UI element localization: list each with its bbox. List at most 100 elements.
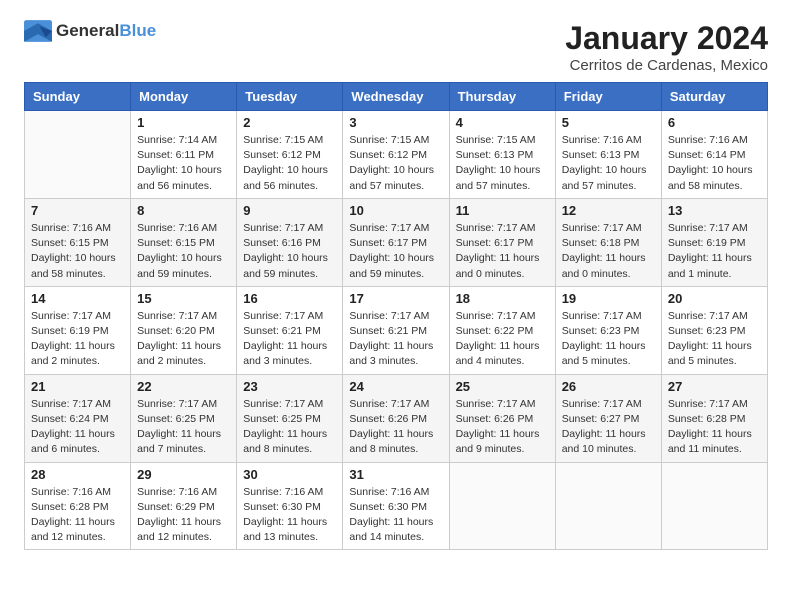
day-info: Sunrise: 7:17 AM Sunset: 6:19 PM Dayligh… (31, 309, 124, 370)
col-header-monday: Monday (131, 83, 237, 111)
day-number: 8 (137, 203, 230, 218)
day-info: Sunrise: 7:15 AM Sunset: 6:12 PM Dayligh… (349, 133, 442, 194)
day-cell: 18 Sunrise: 7:17 AM Sunset: 6:22 PM Dayli… (449, 286, 555, 374)
day-info: Sunrise: 7:15 AM Sunset: 6:12 PM Dayligh… (243, 133, 336, 194)
day-number: 12 (562, 203, 655, 218)
day-info: Sunrise: 7:17 AM Sunset: 6:27 PM Dayligh… (562, 397, 655, 458)
day-cell: 14Sunrise: 7:17 AM Sunset: 6:19 PM Dayli… (25, 286, 131, 374)
day-cell: 17 Sunrise: 7:17 AM Sunset: 6:21 PM Dayli… (343, 286, 449, 374)
day-number: 24 (349, 379, 442, 394)
day-cell: 29 Sunrise: 7:16 AM Sunset: 6:29 PM Dayli… (131, 462, 237, 550)
logo: GeneralBlue (24, 20, 156, 42)
location-title: Cerritos de Cardenas, Mexico (565, 57, 768, 74)
week-row-4: 28 Sunrise: 7:16 AM Sunset: 6:28 PM Dayli… (25, 462, 768, 550)
day-cell: 6 Sunrise: 7:16 AM Sunset: 6:14 PM Daylig… (661, 111, 767, 199)
day-number: 11 (456, 203, 549, 218)
day-number: 3 (349, 115, 442, 130)
day-cell: 30 Sunrise: 7:16 AM Sunset: 6:30 PM Dayli… (237, 462, 343, 550)
day-number: 5 (562, 115, 655, 130)
day-number: 10 (349, 203, 442, 218)
day-number: 17 (349, 291, 442, 306)
day-cell: 28 Sunrise: 7:16 AM Sunset: 6:28 PM Dayli… (25, 462, 131, 550)
day-cell: 4 Sunrise: 7:15 AM Sunset: 6:13 PM Daylig… (449, 111, 555, 199)
day-info: Sunrise: 7:17 AM Sunset: 6:26 PM Dayligh… (456, 397, 549, 458)
day-cell: 16Sunrise: 7:17 AM Sunset: 6:21 PM Dayli… (237, 286, 343, 374)
day-info: Sunrise: 7:17 AM Sunset: 6:19 PM Dayligh… (668, 221, 761, 282)
day-cell: 11 Sunrise: 7:17 AM Sunset: 6:17 PM Dayli… (449, 198, 555, 286)
day-info: Sunrise: 7:16 AM Sunset: 6:14 PM Dayligh… (668, 133, 761, 194)
day-cell: 1 Sunrise: 7:14 AM Sunset: 6:11 PM Daylig… (131, 111, 237, 199)
col-header-wednesday: Wednesday (343, 83, 449, 111)
day-number: 20 (668, 291, 761, 306)
day-number: 28 (31, 467, 124, 482)
day-info: Sunrise: 7:16 AM Sunset: 6:13 PM Dayligh… (562, 133, 655, 194)
day-cell: 12Sunrise: 7:17 AM Sunset: 6:18 PM Dayli… (555, 198, 661, 286)
month-title: January 2024 (565, 20, 768, 57)
day-cell: 5 Sunrise: 7:16 AM Sunset: 6:13 PM Daylig… (555, 111, 661, 199)
week-row-3: 21Sunrise: 7:17 AM Sunset: 6:24 PM Dayli… (25, 374, 768, 462)
day-number: 18 (456, 291, 549, 306)
header-row: SundayMondayTuesdayWednesdayThursdayFrid… (25, 83, 768, 111)
header-area: GeneralBlue January 2024 Cerritos de Car… (24, 20, 768, 74)
day-number: 31 (349, 467, 442, 482)
day-info: Sunrise: 7:17 AM Sunset: 6:22 PM Dayligh… (456, 309, 549, 370)
logo-icon (24, 20, 52, 42)
day-cell: 8 Sunrise: 7:16 AM Sunset: 6:15 PM Daylig… (131, 198, 237, 286)
day-info: Sunrise: 7:17 AM Sunset: 6:25 PM Dayligh… (137, 397, 230, 458)
calendar-table: SundayMondayTuesdayWednesdayThursdayFrid… (24, 82, 768, 550)
day-number: 29 (137, 467, 230, 482)
day-info: Sunrise: 7:16 AM Sunset: 6:15 PM Dayligh… (137, 221, 230, 282)
day-number: 19 (562, 291, 655, 306)
day-cell: 7Sunrise: 7:16 AM Sunset: 6:15 PM Daylig… (25, 198, 131, 286)
day-number: 6 (668, 115, 761, 130)
day-cell: 20 Sunrise: 7:17 AM Sunset: 6:23 PM Dayli… (661, 286, 767, 374)
col-header-saturday: Saturday (661, 83, 767, 111)
day-number: 26 (562, 379, 655, 394)
day-number: 30 (243, 467, 336, 482)
day-number: 25 (456, 379, 549, 394)
title-area: January 2024 Cerritos de Cardenas, Mexic… (565, 20, 768, 74)
day-cell: 9 Sunrise: 7:17 AM Sunset: 6:16 PM Daylig… (237, 198, 343, 286)
day-cell: 15Sunrise: 7:17 AM Sunset: 6:20 PM Dayli… (131, 286, 237, 374)
day-info: Sunrise: 7:17 AM Sunset: 6:28 PM Dayligh… (668, 397, 761, 458)
day-cell: 19 Sunrise: 7:17 AM Sunset: 6:23 PM Dayli… (555, 286, 661, 374)
week-row-0: 1 Sunrise: 7:14 AM Sunset: 6:11 PM Daylig… (25, 111, 768, 199)
day-number: 23 (243, 379, 336, 394)
day-cell: 24 Sunrise: 7:17 AM Sunset: 6:26 PM Dayli… (343, 374, 449, 462)
day-number: 16 (243, 291, 336, 306)
day-cell (25, 111, 131, 199)
day-cell (449, 462, 555, 550)
day-cell: 13 Sunrise: 7:17 AM Sunset: 6:19 PM Dayli… (661, 198, 767, 286)
day-cell: 26 Sunrise: 7:17 AM Sunset: 6:27 PM Dayli… (555, 374, 661, 462)
day-info: Sunrise: 7:17 AM Sunset: 6:26 PM Dayligh… (349, 397, 442, 458)
day-cell: 22 Sunrise: 7:17 AM Sunset: 6:25 PM Dayli… (131, 374, 237, 462)
day-number: 4 (456, 115, 549, 130)
day-cell (661, 462, 767, 550)
day-info: Sunrise: 7:14 AM Sunset: 6:11 PM Dayligh… (137, 133, 230, 194)
day-info: Sunrise: 7:17 AM Sunset: 6:16 PM Dayligh… (243, 221, 336, 282)
day-info: Sunrise: 7:16 AM Sunset: 6:29 PM Dayligh… (137, 485, 230, 546)
day-cell (555, 462, 661, 550)
day-info: Sunrise: 7:17 AM Sunset: 6:17 PM Dayligh… (456, 221, 549, 282)
day-number: 22 (137, 379, 230, 394)
day-info: Sunrise: 7:17 AM Sunset: 6:23 PM Dayligh… (562, 309, 655, 370)
day-info: Sunrise: 7:15 AM Sunset: 6:13 PM Dayligh… (456, 133, 549, 194)
day-cell: 21Sunrise: 7:17 AM Sunset: 6:24 PM Dayli… (25, 374, 131, 462)
day-cell: 10Sunrise: 7:17 AM Sunset: 6:17 PM Dayli… (343, 198, 449, 286)
day-cell: 23 Sunrise: 7:17 AM Sunset: 6:25 PM Dayli… (237, 374, 343, 462)
day-info: Sunrise: 7:16 AM Sunset: 6:28 PM Dayligh… (31, 485, 124, 546)
day-cell: 3 Sunrise: 7:15 AM Sunset: 6:12 PM Daylig… (343, 111, 449, 199)
col-header-sunday: Sunday (25, 83, 131, 111)
day-number: 1 (137, 115, 230, 130)
day-number: 9 (243, 203, 336, 218)
day-info: Sunrise: 7:17 AM Sunset: 6:21 PM Dayligh… (349, 309, 442, 370)
day-info: Sunrise: 7:17 AM Sunset: 6:25 PM Dayligh… (243, 397, 336, 458)
day-info: Sunrise: 7:17 AM Sunset: 6:23 PM Dayligh… (668, 309, 761, 370)
day-number: 27 (668, 379, 761, 394)
day-cell: 31Sunrise: 7:16 AM Sunset: 6:30 PM Dayli… (343, 462, 449, 550)
logo-general: General (56, 21, 119, 40)
day-info: Sunrise: 7:16 AM Sunset: 6:30 PM Dayligh… (243, 485, 336, 546)
day-cell: 25 Sunrise: 7:17 AM Sunset: 6:26 PM Dayli… (449, 374, 555, 462)
day-number: 15 (137, 291, 230, 306)
day-number: 13 (668, 203, 761, 218)
